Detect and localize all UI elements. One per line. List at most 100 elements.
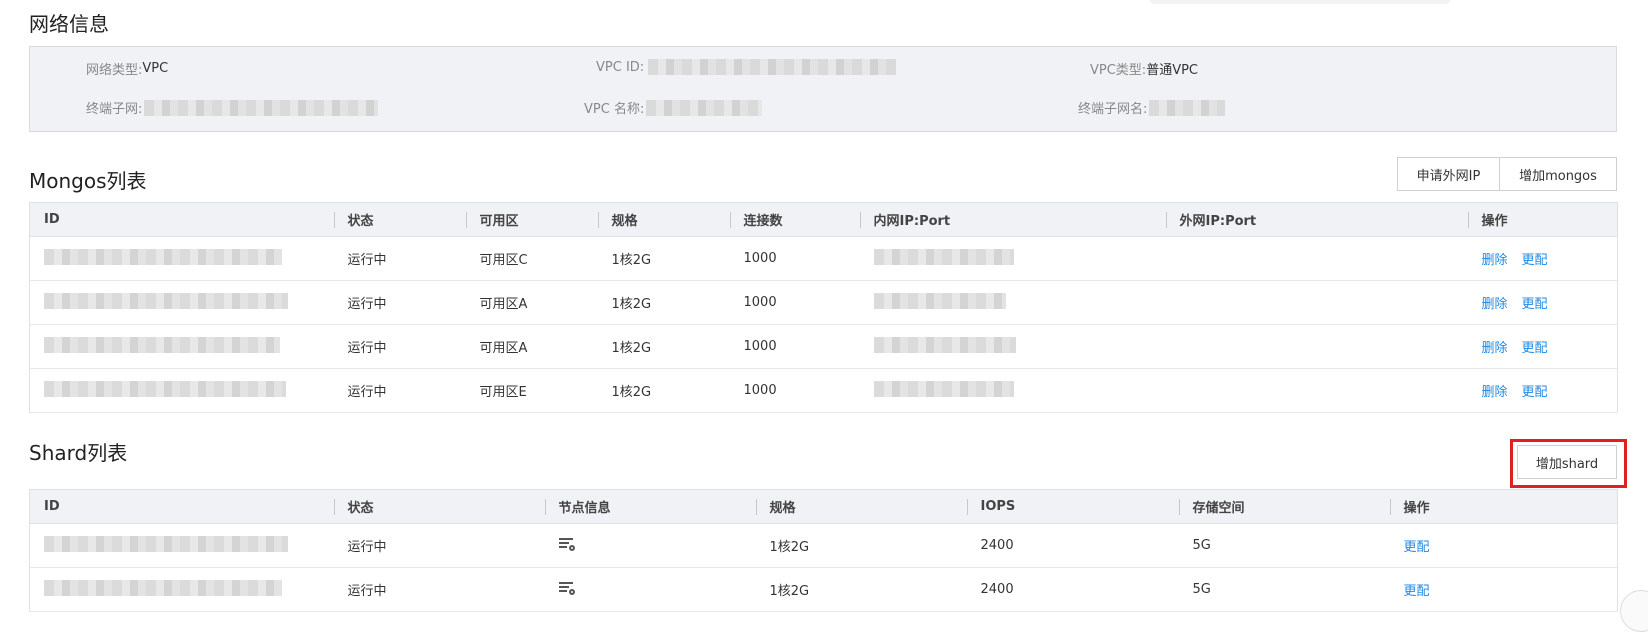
shard-spec-cell: 1核2G — [755, 523, 967, 568]
mongos-private-ip-cell — [859, 368, 1166, 413]
mongos-col-private-ip: 内网IP:Port — [859, 202, 1166, 237]
apply-public-ip-button[interactable]: 申请外网IP — [1397, 157, 1500, 191]
mongos-col-spec: 规格 — [597, 202, 730, 237]
add-mongos-button[interactable]: 增加mongos — [1499, 157, 1617, 191]
column-separator — [333, 499, 335, 515]
shard-status-cell: 运行中 — [333, 567, 545, 612]
shard-col-storage: 存储空间 — [1178, 489, 1390, 524]
delete-link[interactable]: 删除 — [1482, 297, 1508, 312]
shard-col-spec-label: 规格 — [769, 501, 796, 516]
modify-config-link[interactable]: 更配 — [1404, 540, 1430, 555]
mongos-list-title: Mongos列表 — [29, 169, 147, 193]
mongos-zone-cell: 可用区C — [465, 236, 598, 281]
shard-iops-cell: 2400 — [966, 523, 1179, 568]
mongos-spec-cell: 1核2G — [597, 236, 730, 281]
shard-iops-cell: 2400 — [966, 567, 1179, 612]
shard-node-info-cell — [544, 523, 756, 568]
mongos-status-cell: 运行中 — [333, 236, 466, 281]
mongos-row: 运行中 可用区C 1核2G 1000 删除 更配 — [29, 236, 1618, 281]
column-separator — [859, 212, 861, 228]
mongos-private-ip-redacted — [873, 248, 1014, 265]
mongos-connections-cell: 1000 — [729, 324, 860, 369]
shard-col-spec: 规格 — [755, 489, 967, 524]
terminal-subnet-label: 终端子网: — [86, 102, 143, 117]
shard-actions-cell: 更配 — [1389, 567, 1618, 612]
shard-col-actions-label: 操作 — [1403, 501, 1430, 516]
shard-col-actions: 操作 — [1389, 489, 1618, 524]
shard-col-status: 状态 — [333, 489, 545, 524]
modify-config-link[interactable]: 更配 — [1522, 253, 1548, 268]
mongos-connections-cell: 1000 — [729, 368, 860, 413]
shard-header-row: ID 状态 节点信息 规格 IOPS 存储空间 操作 — [29, 489, 1618, 524]
shard-list-title: Shard列表 — [29, 441, 128, 465]
shard-row: 运行中 1核2G 2400 5G 更配 — [29, 567, 1618, 612]
shard-id-cell — [29, 567, 334, 612]
top-overlay-edge — [1150, 0, 1450, 4]
column-separator — [333, 212, 335, 228]
mongos-col-actions: 操作 — [1467, 202, 1618, 237]
shard-id-cell — [29, 523, 334, 568]
shard-col-iops: IOPS — [966, 489, 1179, 524]
mongos-private-ip-redacted — [873, 380, 1014, 397]
mongos-private-ip-redacted — [873, 292, 1006, 309]
vpc-id-field: VPC ID: — [596, 59, 897, 75]
column-separator — [1178, 499, 1180, 515]
floating-help-button[interactable] — [1620, 590, 1648, 632]
shard-col-node-info-label: 节点信息 — [558, 501, 611, 516]
column-separator — [1165, 212, 1167, 228]
terminal-subnet-value-redacted — [144, 99, 379, 116]
mongos-col-actions-label: 操作 — [1481, 214, 1508, 229]
mongos-col-private-ip-label: 内网IP:Port — [873, 214, 951, 229]
add-shard-button[interactable]: 增加shard — [1517, 445, 1617, 479]
shard-storage-cell: 5G — [1178, 567, 1390, 612]
mongos-actions-cell: 删除 更配 — [1467, 236, 1618, 281]
list-search-icon[interactable] — [558, 537, 575, 551]
network-type-label: 网络类型: — [86, 63, 143, 78]
mongos-actions-cell: 删除 更配 — [1467, 280, 1618, 325]
mongos-id-cell — [29, 280, 334, 325]
mongos-col-id: ID — [29, 202, 334, 237]
mongos-status-cell: 运行中 — [333, 280, 466, 325]
column-separator — [597, 212, 599, 228]
mongos-private-ip-cell — [859, 324, 1166, 369]
mongos-id-cell — [29, 368, 334, 413]
mongos-col-zone-label: 可用区 — [479, 214, 519, 229]
terminal-subnet-name-value-redacted — [1149, 99, 1226, 116]
shard-storage-cell: 5G — [1178, 523, 1390, 568]
vpc-type-field: VPC类型: 普通VPC — [1090, 59, 1198, 78]
modify-config-link[interactable]: 更配 — [1522, 385, 1548, 400]
delete-link[interactable]: 删除 — [1482, 341, 1508, 356]
mongos-id-cell — [29, 324, 334, 369]
shard-col-storage-label: 存储空间 — [1192, 501, 1245, 516]
mongos-row: 运行中 可用区A 1核2G 1000 删除 更配 — [29, 324, 1618, 369]
vpc-name-field: VPC 名称: — [584, 98, 763, 117]
mongos-table: ID 状态 可用区 规格 连接数 内网IP:Port 外网IP:Port 操作 … — [29, 202, 1618, 413]
list-search-icon[interactable] — [558, 581, 575, 595]
mongos-public-ip-cell — [1165, 368, 1468, 413]
network-type-field: 网络类型: VPC — [86, 59, 168, 78]
shard-col-status-label: 状态 — [347, 501, 374, 516]
network-type-value: VPC — [142, 61, 169, 76]
modify-config-link[interactable]: 更配 — [1522, 341, 1548, 356]
delete-link[interactable]: 删除 — [1482, 385, 1508, 400]
mongos-actions-cell: 删除 更配 — [1467, 324, 1618, 369]
delete-link[interactable]: 删除 — [1482, 253, 1508, 268]
column-separator — [755, 499, 757, 515]
modify-config-link[interactable]: 更配 — [1522, 297, 1548, 312]
mongos-zone-cell: 可用区E — [465, 368, 598, 413]
shard-table: ID 状态 节点信息 规格 IOPS 存储空间 操作 运行中 1核2G 2400… — [29, 489, 1618, 612]
mongos-spec-cell: 1核2G — [597, 368, 730, 413]
vpc-type-value: 普通VPC — [1146, 63, 1199, 78]
mongos-connections-cell: 1000 — [729, 280, 860, 325]
column-separator — [465, 212, 467, 228]
modify-config-link[interactable]: 更配 — [1404, 584, 1430, 599]
mongos-actions-cell: 删除 更配 — [1467, 368, 1618, 413]
terminal-subnet-field: 终端子网: — [86, 98, 379, 117]
mongos-id-redacted — [44, 336, 280, 353]
column-separator — [729, 212, 731, 228]
shard-col-id: ID — [29, 489, 334, 524]
mongos-row: 运行中 可用区E 1核2G 1000 删除 更配 — [29, 368, 1618, 413]
shard-id-redacted — [44, 535, 288, 552]
mongos-spec-cell: 1核2G — [597, 280, 730, 325]
mongos-zone-cell: 可用区A — [465, 324, 598, 369]
